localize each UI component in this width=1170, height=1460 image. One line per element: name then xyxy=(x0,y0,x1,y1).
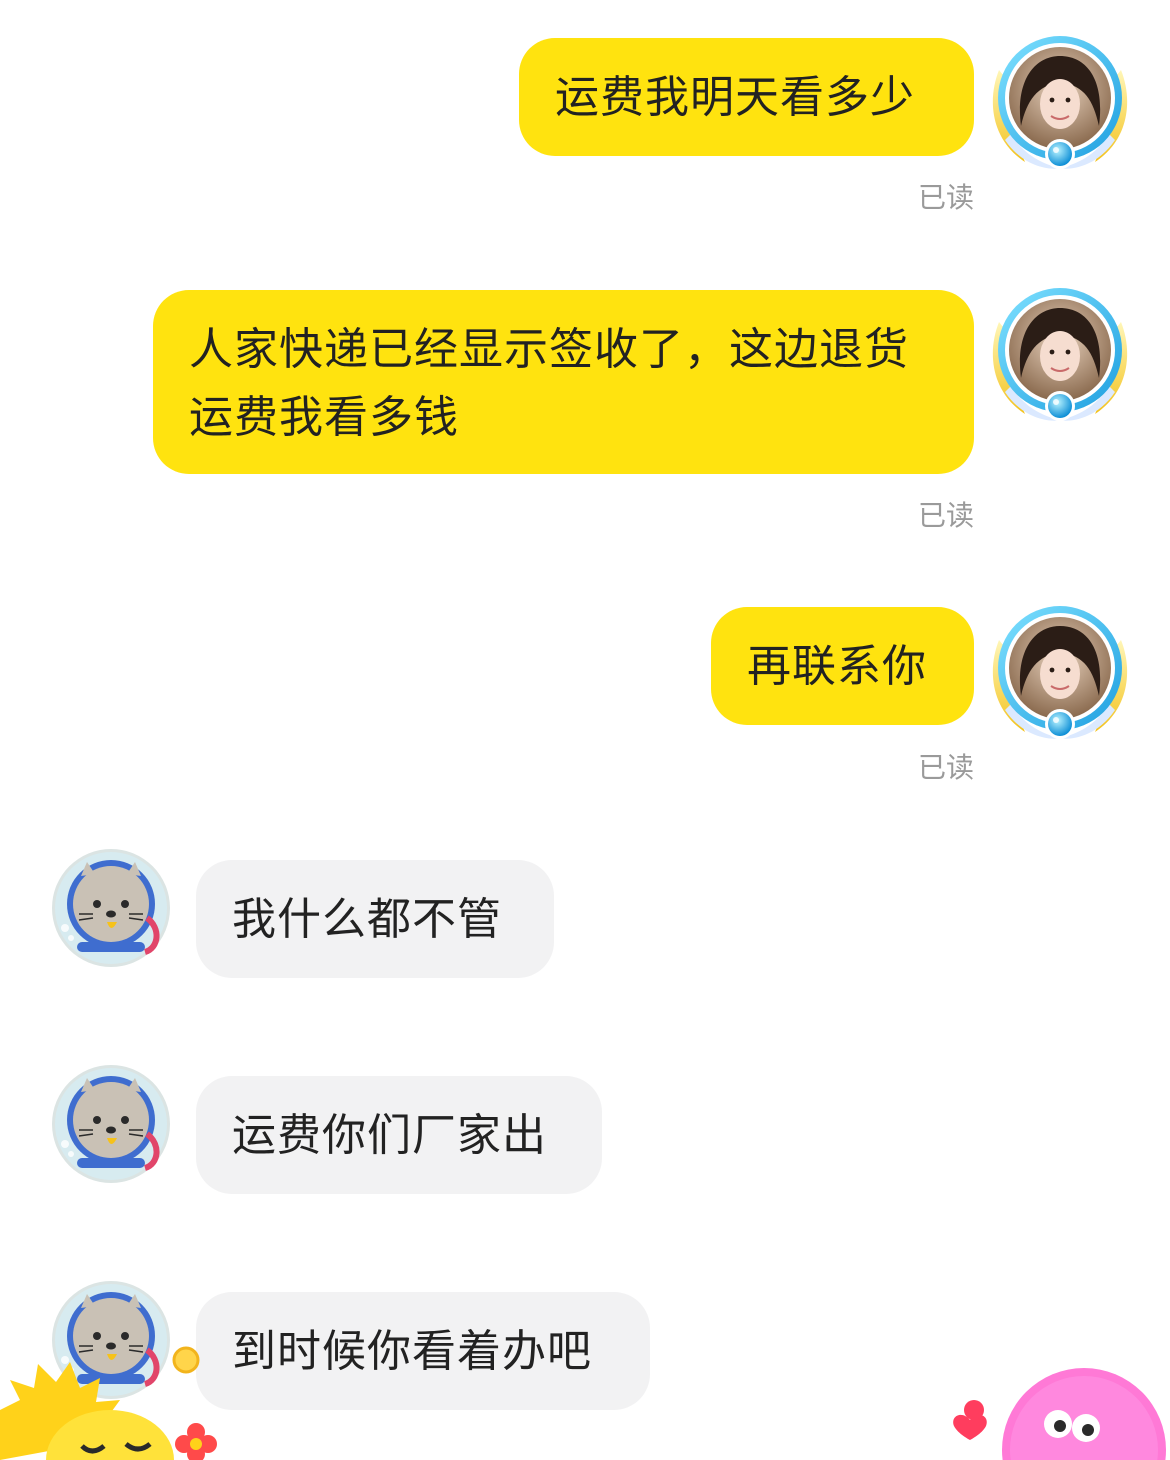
message-bubble-incoming[interactable]: 到时候你看着办吧 xyxy=(196,1292,650,1410)
message-bubble-outgoing[interactable]: 人家快递已经显示签收了，这边退货运费我看多钱 xyxy=(153,290,974,474)
message-bubble-incoming[interactable]: 运费你们厂家出 xyxy=(196,1076,602,1194)
message-bubble-outgoing[interactable]: 运费我明天看多少 xyxy=(519,38,974,156)
read-status: 已读 xyxy=(917,499,974,532)
contact-avatar[interactable] xyxy=(51,848,171,968)
read-status: 已读 xyxy=(917,181,974,214)
message-bubble-incoming[interactable]: 我什么都不管 xyxy=(196,860,554,978)
self-avatar[interactable] xyxy=(985,282,1135,424)
contact-avatar[interactable] xyxy=(51,1064,171,1184)
self-avatar[interactable] xyxy=(985,600,1135,742)
pink-monster-sticker-icon xyxy=(953,1368,1166,1460)
self-avatar[interactable] xyxy=(985,30,1135,172)
message-bubble-outgoing[interactable]: 再联系你 xyxy=(711,607,974,725)
read-status: 已读 xyxy=(917,751,974,784)
chick-sticker-icon xyxy=(0,1346,217,1460)
